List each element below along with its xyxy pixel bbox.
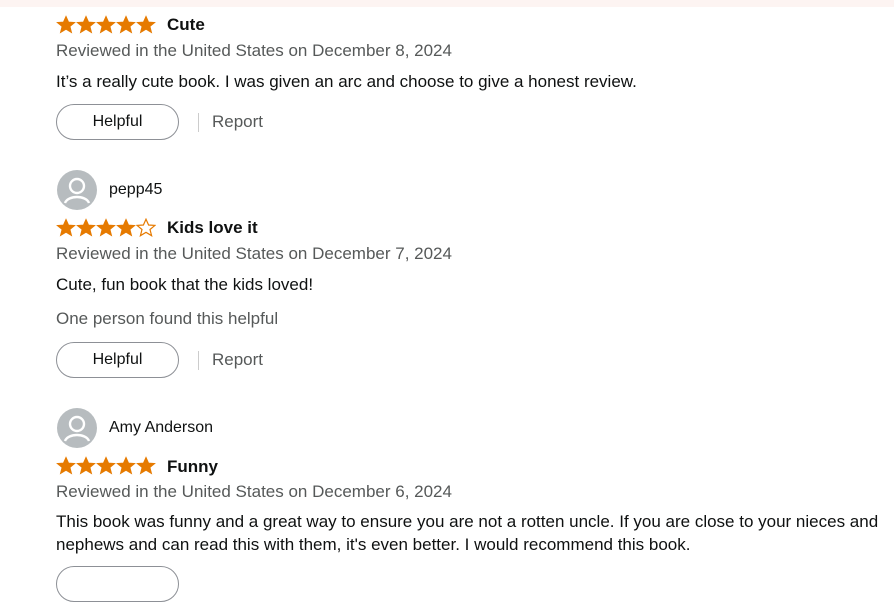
- star-filled-icon: [56, 456, 76, 475]
- avatar-icon: [57, 170, 97, 210]
- star-filled-icon: [76, 15, 96, 34]
- star-filled-icon: [136, 15, 156, 34]
- review-body: This book was funny and a great way to e…: [56, 512, 879, 554]
- star-filled-icon: [116, 218, 136, 237]
- star-rating: [56, 456, 156, 476]
- review-body: It’s a really cute book. I was given an …: [56, 72, 637, 91]
- star-rating: [56, 15, 156, 35]
- review-body: Cute, fun book that the kids loved!: [56, 275, 314, 294]
- star-filled-icon: [96, 218, 116, 237]
- report-link[interactable]: Report: [212, 112, 263, 132]
- review-meta: Reviewed in the United States on Decembe…: [56, 482, 452, 501]
- helpful-count: One person found this helpful: [56, 309, 279, 328]
- star-rating: [56, 218, 156, 238]
- divider: [198, 113, 199, 132]
- star-filled-icon: [116, 456, 136, 475]
- reviewer-name[interactable]: Amy Anderson: [109, 419, 213, 437]
- star-filled-icon: [56, 218, 76, 237]
- reviewer-name[interactable]: pepp45: [109, 181, 162, 199]
- review-title[interactable]: Funny: [167, 457, 218, 477]
- review-title[interactable]: Cute: [167, 15, 205, 35]
- star-filled-icon: [136, 456, 156, 475]
- star-filled-icon: [96, 456, 116, 475]
- star-empty-icon: [136, 218, 156, 237]
- helpful-button-partial[interactable]: [56, 566, 179, 602]
- report-link[interactable]: Report: [212, 350, 263, 370]
- review-meta: Reviewed in the United States on Decembe…: [56, 41, 452, 60]
- review-meta: Reviewed in the United States on Decembe…: [56, 244, 452, 263]
- top-band: [0, 0, 894, 7]
- star-filled-icon: [96, 15, 116, 34]
- star-filled-icon: [116, 15, 136, 34]
- star-filled-icon: [56, 15, 76, 34]
- star-filled-icon: [76, 456, 96, 475]
- star-filled-icon: [76, 218, 96, 237]
- avatar-icon: [57, 408, 97, 448]
- helpful-button[interactable]: Helpful: [56, 104, 179, 140]
- divider: [198, 351, 199, 370]
- helpful-button[interactable]: Helpful: [56, 342, 179, 378]
- review-title[interactable]: Kids love it: [167, 218, 258, 238]
